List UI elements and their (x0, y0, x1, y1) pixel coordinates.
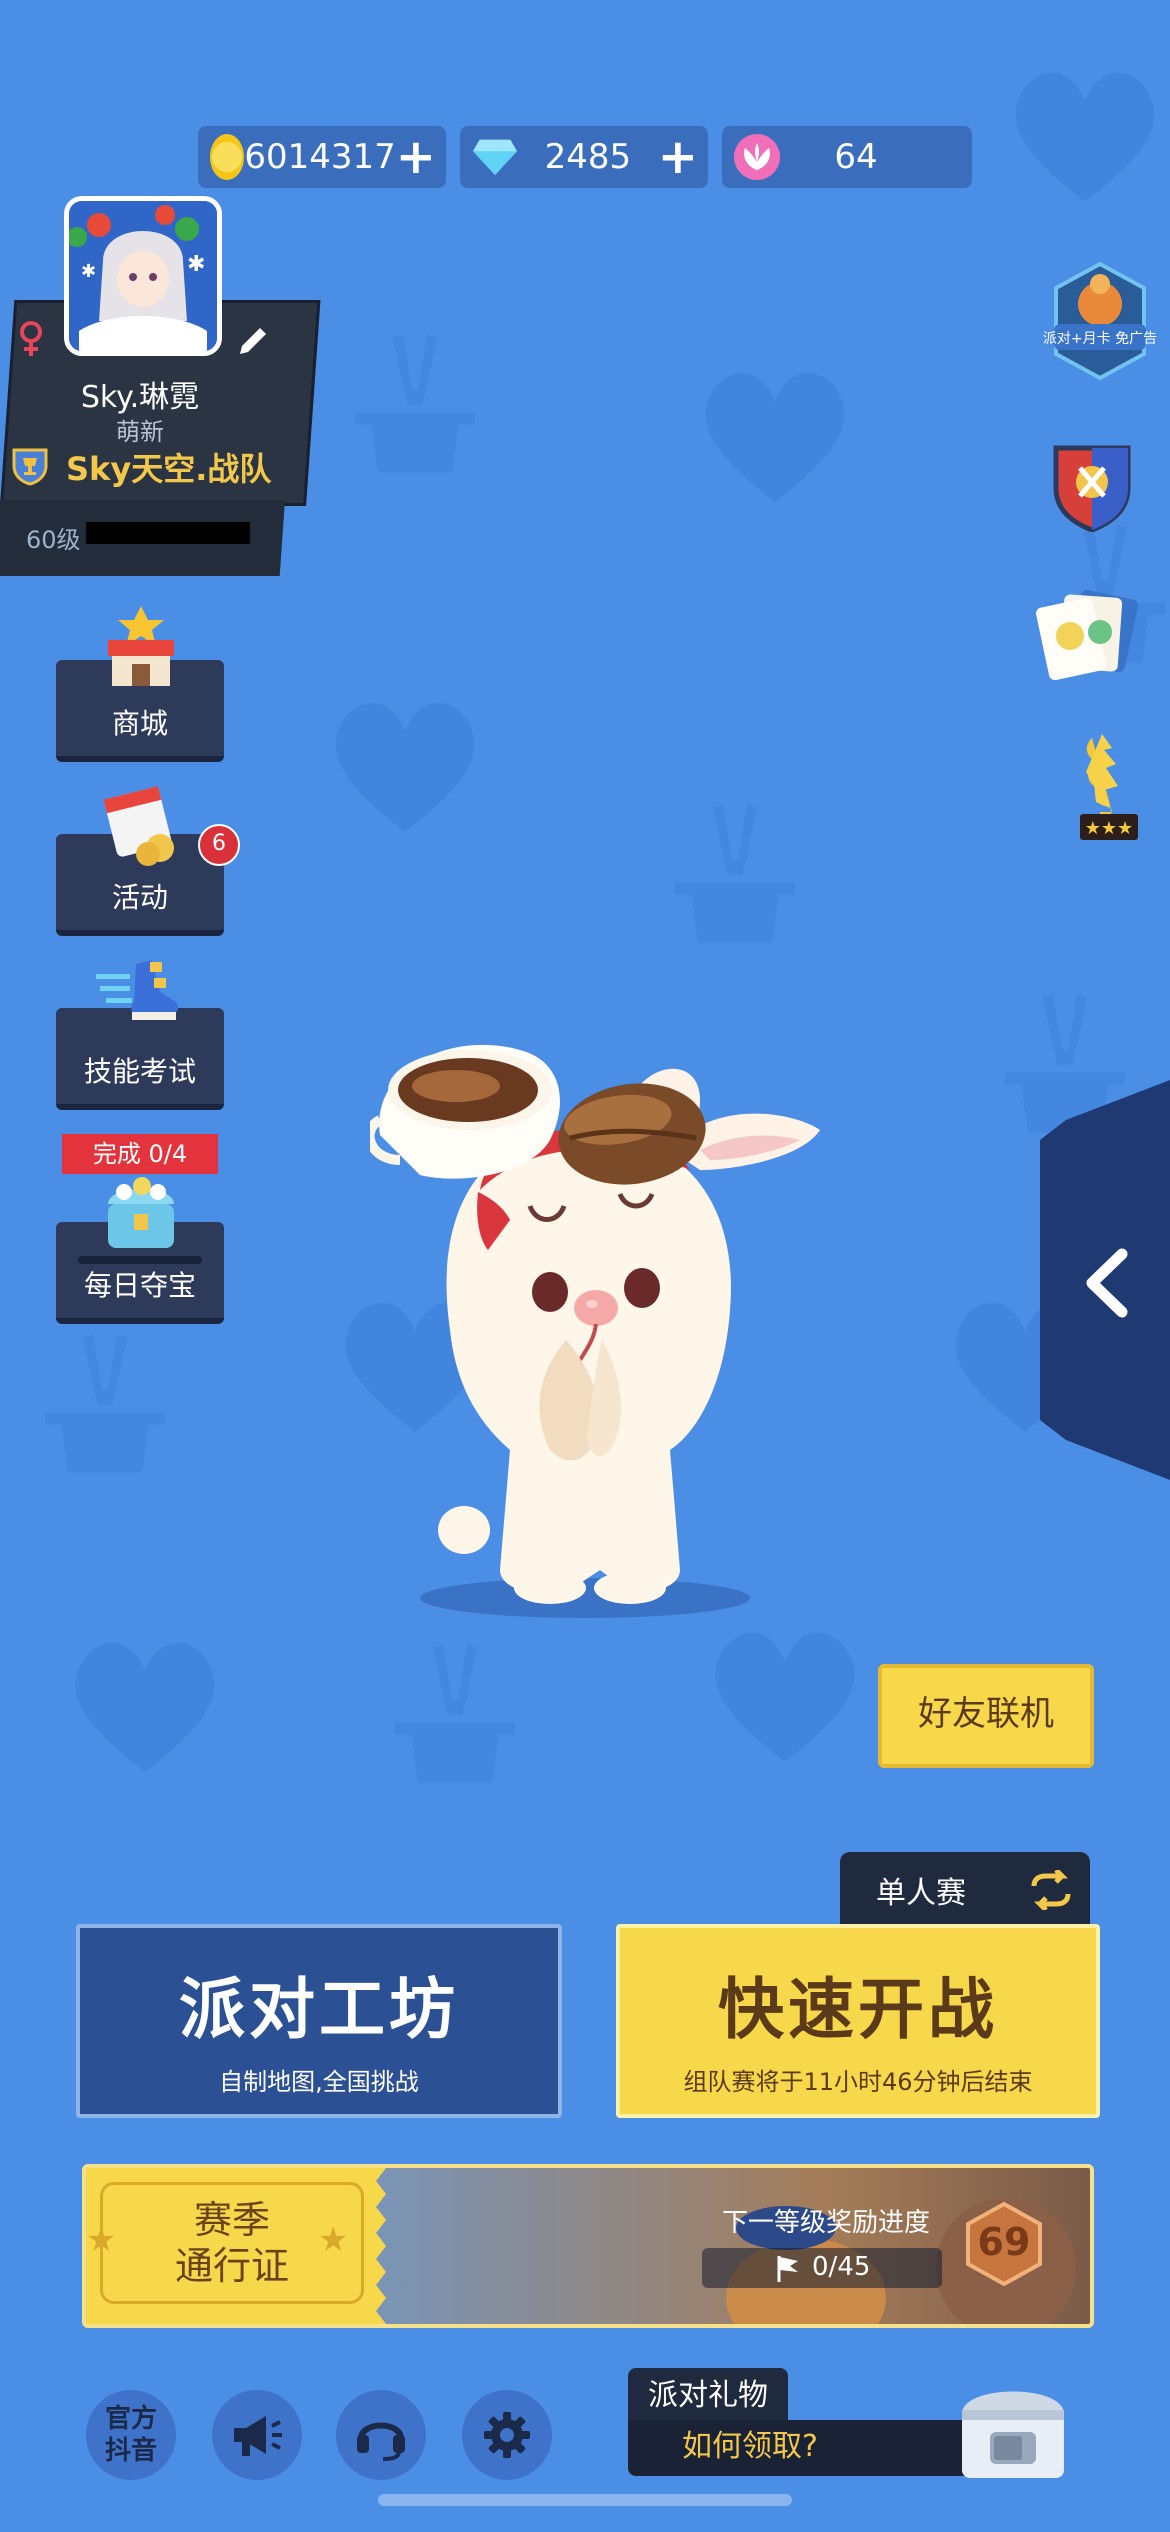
party-workshop-button[interactable]: 派对工坊 自制地图,全国挑战 (76, 1924, 562, 2118)
douyin-line1: 官方 (104, 2404, 157, 2434)
team-name[interactable]: Sky天空.战队 (66, 444, 271, 490)
skill-test-button[interactable]: 技能考试 (56, 960, 224, 1110)
svg-text:✱: ✱ (81, 261, 96, 282)
quick-battle-subtitle: 组队赛将于11小时46分钟后结束 (683, 2068, 1033, 2096)
heart-pattern-icon (335, 702, 475, 832)
coin-icon (210, 134, 245, 180)
mode-label: 单人赛 (876, 1876, 966, 1911)
season-level-value: 69 (977, 2220, 1031, 2264)
treasure-progress-bar (78, 1256, 202, 1264)
team-badge-icon (12, 448, 48, 486)
events-label: 活动 (111, 881, 168, 914)
heart-pattern-icon (1015, 72, 1155, 202)
mode-selector[interactable]: 单人赛 (840, 1852, 1090, 1928)
heart-pattern-icon (715, 1632, 855, 1762)
player-name: Sky.琳霓 (80, 380, 200, 415)
shop-icon (108, 606, 174, 686)
cards-icon[interactable] (1034, 590, 1152, 682)
diamond-value: 2485 (544, 137, 632, 177)
bunny-character[interactable] (370, 1010, 850, 1630)
shop-button[interactable]: 商城 (56, 606, 224, 762)
party-gift-title: 派对礼物 (628, 2368, 788, 2426)
svg-text:✱: ✱ (187, 252, 205, 277)
quick-battle-button[interactable]: 快速开战 组队赛将于11小时46分钟后结束 (616, 1924, 1100, 2118)
coin-counter[interactable]: 6014317 + (198, 126, 446, 188)
add-coins-icon[interactable]: + (396, 133, 436, 181)
douyin-line2: 抖音 (104, 2436, 157, 2466)
heart-pattern-icon (705, 372, 845, 502)
home-indicator (378, 2494, 792, 2506)
heart-pattern-icon (75, 1642, 215, 1772)
diamond-counter[interactable]: 2485 + (460, 126, 708, 188)
svg-text:★★★: ★★★ (1085, 818, 1133, 839)
trophy-icon[interactable]: ★★★ (1052, 728, 1160, 844)
diamond-icon (472, 134, 518, 180)
shop-label: 商城 (111, 707, 168, 740)
bunny-hat-pattern-icon (355, 334, 475, 473)
season-progress-bar: 0/45 (702, 2248, 942, 2288)
bunny-hat-pattern-icon (675, 804, 795, 943)
megaphone-icon (234, 2416, 282, 2456)
avatar[interactable]: ✱ ✱ (64, 196, 222, 356)
workshop-subtitle: 自制地图,全国挑战 (219, 2068, 419, 2096)
headset-icon (357, 2422, 405, 2461)
female-icon (20, 321, 42, 356)
flower-counter[interactable]: 64 (722, 126, 972, 188)
party-card-promo-icon[interactable]: 派对+月卡 免广告 (1040, 258, 1160, 388)
bunny-hat-pattern-icon (395, 1644, 515, 1783)
season-progress-value: 0/45 (812, 2252, 871, 2282)
flower-icon (734, 134, 780, 180)
skill-test-label: 技能考试 (83, 1055, 196, 1088)
bunny-hat-pattern-icon (45, 1334, 165, 1473)
swap-icon[interactable] (1028, 1870, 1074, 1910)
daily-treasure-button[interactable]: 每日夺宝 (56, 1177, 224, 1324)
settings-button[interactable] (462, 2390, 552, 2480)
edit-icon[interactable] (236, 324, 270, 358)
running-shoe-icon (96, 960, 178, 1020)
chevron-left-icon[interactable] (1082, 1248, 1128, 1318)
coin-value: 6014317 (244, 137, 396, 177)
events-badge: 6 (198, 824, 240, 866)
workshop-title: 派对工坊 (179, 1971, 459, 2048)
star-icon: ★ (86, 2220, 117, 2260)
clan-shield-icon[interactable] (1050, 442, 1134, 532)
customer-service-button[interactable] (336, 2390, 426, 2480)
official-douyin-button[interactable]: 官方 抖音 (86, 2390, 176, 2480)
daily-progress-badge: 完成 0/4 (62, 1134, 218, 1174)
friends-button[interactable]: 好友联机 (878, 1664, 1094, 1768)
gift-chest-icon[interactable] (954, 2374, 1072, 2482)
daily-treasure-label: 每日夺宝 (83, 1269, 196, 1302)
party-gift-how-to-claim[interactable]: 如何领取? (628, 2420, 972, 2476)
season-pass-banner[interactable]: 赛季 通行证 ★ ★ 下一等级奖励进度 0/45 69 (82, 2164, 1094, 2328)
quick-battle-title: 快速开战 (718, 1971, 998, 2048)
flower-value: 64 (834, 137, 878, 177)
promo-label: 派对+月卡 免广告 (1043, 331, 1157, 347)
player-title: 萌新 (116, 418, 164, 446)
treasure-chest-icon (108, 1177, 174, 1248)
flag-icon (777, 2256, 798, 2282)
announcement-button[interactable] (212, 2390, 302, 2480)
events-button[interactable]: 活动 6 (56, 786, 240, 936)
experience-bar (86, 522, 250, 544)
next-reward-label: 下一等级奖励进度 (722, 2208, 931, 2238)
star-icon: ★ (318, 2220, 349, 2260)
player-level: 60级 (26, 526, 81, 554)
add-diamonds-icon[interactable]: + (658, 133, 698, 181)
gear-icon (484, 2412, 530, 2458)
calendar-icon (103, 786, 174, 866)
